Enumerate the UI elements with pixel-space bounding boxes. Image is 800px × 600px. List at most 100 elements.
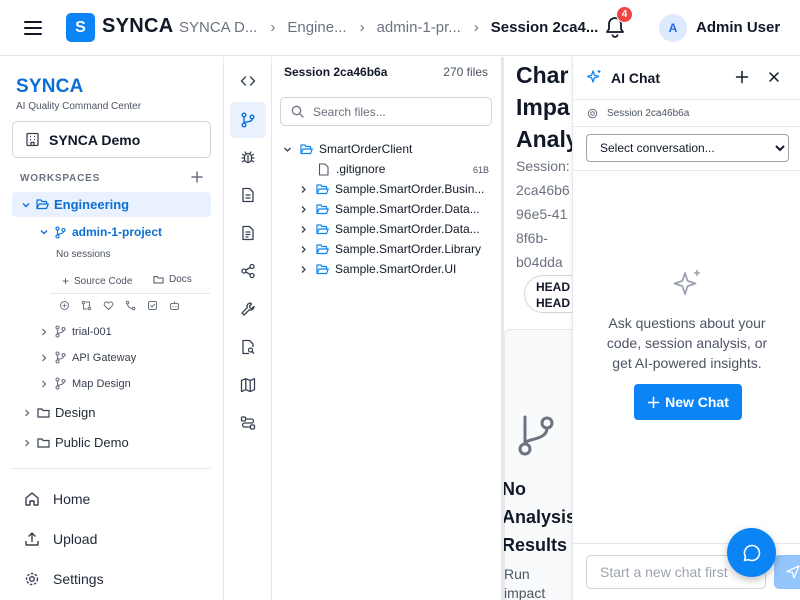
map-view-button[interactable] <box>230 367 266 403</box>
file-search-icon <box>242 339 255 355</box>
file-text-view-button[interactable] <box>230 177 266 213</box>
breadcrumb-separator-icon: › <box>359 19 365 36</box>
project-quick-actions <box>59 300 191 311</box>
chat-fab-button[interactable] <box>727 528 776 577</box>
nav-upload[interactable]: Upload <box>24 531 97 547</box>
description-line: impact <box>504 585 546 600</box>
brain-icon[interactable] <box>59 300 70 311</box>
file-item[interactable]: .gitignore <box>317 162 385 176</box>
org-selector[interactable]: SYNCA Demo <box>12 121 211 158</box>
nav-label: Settings <box>53 571 104 587</box>
document-icon <box>242 225 254 241</box>
wrench-view-button[interactable] <box>230 291 266 327</box>
chat-empty-state-text: Ask questions about your code, session a… <box>606 315 768 371</box>
folder-item[interactable]: Sample.SmartOrder.Data... <box>299 222 480 236</box>
breadcrumb-separator-icon: › <box>270 19 276 36</box>
bot-icon[interactable] <box>169 300 180 311</box>
chevron-right-icon <box>25 409 30 416</box>
folder-name: Sample.SmartOrder.Library <box>335 242 482 256</box>
document-view-button[interactable] <box>230 215 266 251</box>
breadcrumb-separator-icon: › <box>473 19 479 36</box>
file-search-input[interactable] <box>313 104 483 119</box>
folder-item[interactable]: Sample.SmartOrder.UI <box>299 262 456 276</box>
breadcrumb-project[interactable]: admin-1-pr... <box>377 19 461 36</box>
no-results-heading: No Analysis Results <box>504 475 572 559</box>
folder-name: Sample.SmartOrder.Data... <box>335 202 480 216</box>
git-branch-view-button[interactable] <box>230 102 266 138</box>
docs-link[interactable]: Docs <box>153 274 192 285</box>
ref-label: HEAD <box>536 280 571 294</box>
git-merge-icon[interactable] <box>125 300 136 311</box>
notification-badge: 4 <box>616 6 633 23</box>
new-chat-button[interactable]: New Chat <box>634 384 742 420</box>
chat-session-label: Session 2ca46b6a <box>607 108 690 119</box>
sidebar-tagline: AI Quality Command Center <box>16 101 142 112</box>
user-name[interactable]: Admin User <box>696 19 780 36</box>
session-line: 96e5-41 <box>516 206 568 222</box>
source-code-link[interactable]: + Source Code <box>62 274 132 288</box>
nav-settings[interactable]: Settings <box>24 571 104 587</box>
ref-selector[interactable]: HEAD HEAD <box>524 275 572 313</box>
home-icon <box>25 492 39 506</box>
check-square-icon[interactable] <box>147 300 158 311</box>
breadcrumb-workspace[interactable]: Engine... <box>287 19 346 36</box>
title-line: Analy <box>516 126 572 152</box>
new-chat-plus-icon[interactable] <box>735 70 749 84</box>
plus-icon: + <box>62 274 70 288</box>
breadcrumb-org[interactable]: SYNCA D... <box>179 19 257 36</box>
avatar[interactable]: A <box>659 14 687 42</box>
conversation-select[interactable]: Select conversation... <box>586 134 789 162</box>
code-view-button[interactable] <box>230 63 266 99</box>
workspace-design[interactable]: Design <box>22 405 95 420</box>
workspace-label: Design <box>55 405 96 420</box>
project-admin-1[interactable]: admin-1-project <box>39 225 162 239</box>
folder-open-icon <box>36 199 49 210</box>
gear-icon <box>25 572 39 586</box>
heart-pulse-icon[interactable] <box>103 300 114 311</box>
folder-item[interactable]: Sample.SmartOrder.Library <box>299 242 481 256</box>
chevron-right-icon <box>42 380 47 387</box>
git-compare-icon[interactable] <box>81 300 92 311</box>
git-branch-icon <box>55 377 66 390</box>
workspace-engineering[interactable]: Engineering <box>12 192 211 217</box>
add-workspace-icon[interactable] <box>190 170 204 184</box>
app-logo[interactable]: S <box>66 13 95 42</box>
source-code-label: Source Code <box>74 275 133 287</box>
folder-item[interactable]: Sample.SmartOrder.Busin... <box>299 182 484 196</box>
file-size: 61B <box>473 165 490 175</box>
heading-line: No <box>504 479 526 499</box>
share-icon <box>241 263 255 279</box>
chevron-right-icon <box>301 225 306 233</box>
breadcrumb: SYNCA D... › Engine... › admin-1-pr... ›… <box>179 19 598 36</box>
project-label: admin-1-project <box>72 225 163 239</box>
file-search-view-button[interactable] <box>230 329 266 365</box>
sidebar-brand: SYNCA <box>16 76 84 97</box>
send-button[interactable] <box>774 555 800 589</box>
workflow-view-button[interactable] <box>230 405 266 441</box>
building-icon <box>26 132 39 147</box>
menu-icon[interactable] <box>24 19 42 37</box>
folder-icon <box>37 408 50 418</box>
chevron-right-icon <box>42 354 47 361</box>
nav-home[interactable]: Home <box>24 491 90 507</box>
workspace-label: Public Demo <box>55 435 129 450</box>
project-label: API Gateway <box>72 351 137 364</box>
project-api-gateway[interactable]: API Gateway <box>39 351 136 364</box>
app-name[interactable]: SYNCA <box>102 15 174 38</box>
nav-label: Upload <box>53 531 98 547</box>
folder-item[interactable]: Sample.SmartOrder.Data... <box>299 202 480 216</box>
chevron-down-icon <box>40 230 48 235</box>
project-trial-001[interactable]: trial-001 <box>39 325 112 338</box>
workflow-icon <box>240 416 256 430</box>
bug-view-button[interactable] <box>230 139 266 175</box>
nav-label: Home <box>53 491 91 507</box>
plus-icon <box>647 396 660 408</box>
left-sidebar: SYNCA AI Quality Command Center SYNCA De… <box>0 57 224 600</box>
share-view-button[interactable] <box>230 253 266 289</box>
workspace-public-demo[interactable]: Public Demo <box>22 435 129 450</box>
project-map-design[interactable]: Map Design <box>39 377 131 390</box>
git-branch-icon <box>241 112 255 128</box>
close-icon[interactable] <box>768 71 780 83</box>
folder-root[interactable]: SmartOrderClient <box>283 142 412 156</box>
folder-name: Sample.SmartOrder.Busin... <box>335 182 485 196</box>
